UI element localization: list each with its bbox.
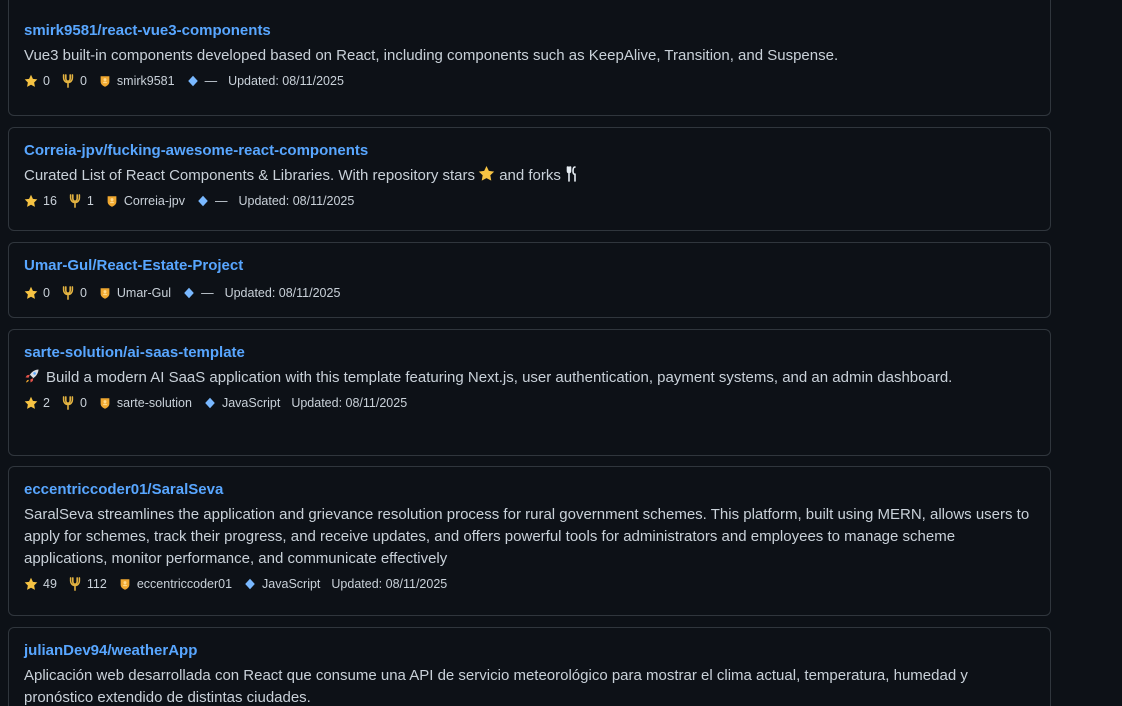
- repo-stars: 0: [24, 74, 50, 88]
- repo-stars: 49: [24, 577, 57, 591]
- language-name: JavaScript: [262, 577, 321, 591]
- fork-icon: [61, 396, 75, 410]
- rocket-icon: [24, 368, 40, 384]
- forks-count: 0: [79, 396, 87, 410]
- fork-icon: [61, 286, 75, 300]
- repo-description: Build a modern AI SaaS application with …: [24, 367, 1035, 389]
- owner-badge-icon: [118, 577, 132, 591]
- repo-owner: smirk9581: [98, 74, 175, 88]
- repo-card: smirk9581/react-vue3-components Vue3 bui…: [8, 0, 1051, 116]
- owner-name: Umar-Gul: [116, 286, 172, 300]
- repo-description: Curated List of React Components & Libra…: [24, 165, 1035, 187]
- owner-badge-icon: [98, 396, 112, 410]
- fork-icon: [61, 74, 75, 88]
- fork-knife-icon: [566, 166, 578, 182]
- owner-name: eccentriccoder01: [136, 577, 233, 591]
- repo-forks: 0: [61, 74, 87, 88]
- repo-updated: Updated: 08/11/2025: [228, 74, 344, 88]
- language-name: JavaScript: [221, 396, 281, 410]
- owner-name: Correia-jpv: [123, 194, 185, 208]
- star-icon: [24, 396, 38, 410]
- repo-forks: 0: [61, 396, 87, 410]
- repo-owner: Correia-jpv: [105, 194, 185, 208]
- stars-count: 49: [43, 577, 57, 591]
- diamond-icon: [182, 286, 196, 300]
- repo-meta: 16 1 Correia-jpv — Updated: 08/11/2025: [24, 191, 1035, 211]
- repo-card: eccentriccoder01/SaralSeva SaralSeva str…: [8, 466, 1051, 616]
- repo-name-link[interactable]: eccentriccoder01/SaralSeva: [24, 479, 1035, 501]
- star-icon: [24, 286, 38, 300]
- owner-name: sarte-solution: [116, 396, 192, 410]
- repo-owner: sarte-solution: [98, 396, 192, 410]
- repo-name-link[interactable]: smirk9581/react-vue3-components: [24, 20, 1035, 42]
- repo-name-link[interactable]: julianDev94/weatherApp: [24, 640, 1035, 662]
- repo-stars: 2: [24, 396, 50, 410]
- forks-count: 112: [86, 577, 107, 591]
- stars-count: 0: [43, 74, 50, 88]
- repo-name-link[interactable]: sarte-solution/ai-saas-template: [24, 342, 1035, 364]
- repo-updated: Updated: 08/11/2025: [238, 194, 355, 208]
- repo-language: JavaScript: [203, 396, 280, 410]
- repo-description: Vue3 built-in components developed based…: [24, 47, 839, 64]
- repo-language: JavaScript: [243, 577, 320, 591]
- diamond-icon: [243, 577, 257, 591]
- description-text: Build a modern AI SaaS application with …: [46, 369, 953, 386]
- language-name: —: [201, 286, 214, 300]
- repo-forks: 0: [61, 286, 87, 300]
- star-icon: [24, 74, 38, 88]
- star-icon: [24, 194, 38, 208]
- star-emoji-icon: [478, 165, 495, 182]
- description-text: Curated List of React Components & Libra…: [24, 167, 476, 184]
- repo-updated: Updated: 08/11/2025: [224, 286, 341, 300]
- repo-forks: 112: [68, 577, 107, 591]
- diamond-icon: [203, 396, 217, 410]
- repo-name-link[interactable]: Correia-jpv/fucking-awesome-react-compon…: [24, 140, 1035, 162]
- star-icon: [24, 577, 38, 591]
- forks-count: 1: [86, 194, 94, 208]
- language-name: —: [215, 194, 228, 208]
- language-name: —: [204, 74, 218, 88]
- diamond-icon: [186, 74, 200, 88]
- repo-stars: 16: [24, 194, 57, 208]
- fork-icon: [68, 577, 82, 591]
- forks-count: 0: [79, 74, 87, 88]
- repo-language: —: [196, 194, 228, 208]
- fork-icon: [68, 194, 82, 208]
- repo-meta: 2 0 sarte-solution JavaScript Updated: 0…: [24, 393, 1035, 413]
- stars-count: 0: [43, 286, 50, 300]
- forks-count: 0: [79, 286, 87, 300]
- repo-card: sarte-solution/ai-saas-template Build a …: [8, 329, 1051, 456]
- repo-updated: Updated: 08/11/2025: [291, 396, 408, 410]
- description-text: and forks: [495, 167, 561, 184]
- repo-card: Umar-Gul/React-Estate-Project 0 0 Umar-G…: [8, 242, 1051, 318]
- repo-meta: 0 0 Umar-Gul — Updated: 08/11/2025: [24, 283, 1035, 303]
- repo-owner: eccentriccoder01: [118, 577, 232, 591]
- owner-badge-icon: [98, 286, 112, 300]
- diamond-icon: [196, 194, 210, 208]
- repo-stars: 0: [24, 286, 50, 300]
- stars-count: 2: [43, 396, 50, 410]
- repo-owner: Umar-Gul: [98, 286, 171, 300]
- repo-description: SaralSeva streamlines the application an…: [24, 506, 1030, 567]
- repo-meta: 49 112 eccentriccoder01 JavaScript Updat…: [24, 574, 1035, 594]
- stars-count: 16: [43, 194, 57, 208]
- owner-name: smirk9581: [116, 74, 175, 88]
- repo-updated: Updated: 08/11/2025: [331, 577, 448, 591]
- repo-forks: 1: [68, 194, 94, 208]
- repo-card: Correia-jpv/fucking-awesome-react-compon…: [8, 127, 1051, 231]
- repo-language: —: [182, 286, 214, 300]
- repo-language: —: [186, 74, 218, 88]
- repo-name-link[interactable]: Umar-Gul/React-Estate-Project: [24, 255, 1035, 277]
- repo-card: julianDev94/weatherApp Aplicación web de…: [8, 627, 1051, 706]
- owner-badge-icon: [98, 74, 112, 88]
- repo-meta: 0 0 smirk9581 — Updated: 08/11/2025: [24, 71, 1035, 91]
- repo-description: Aplicación web desarrollada con React qu…: [24, 667, 968, 706]
- owner-badge-icon: [105, 194, 119, 208]
